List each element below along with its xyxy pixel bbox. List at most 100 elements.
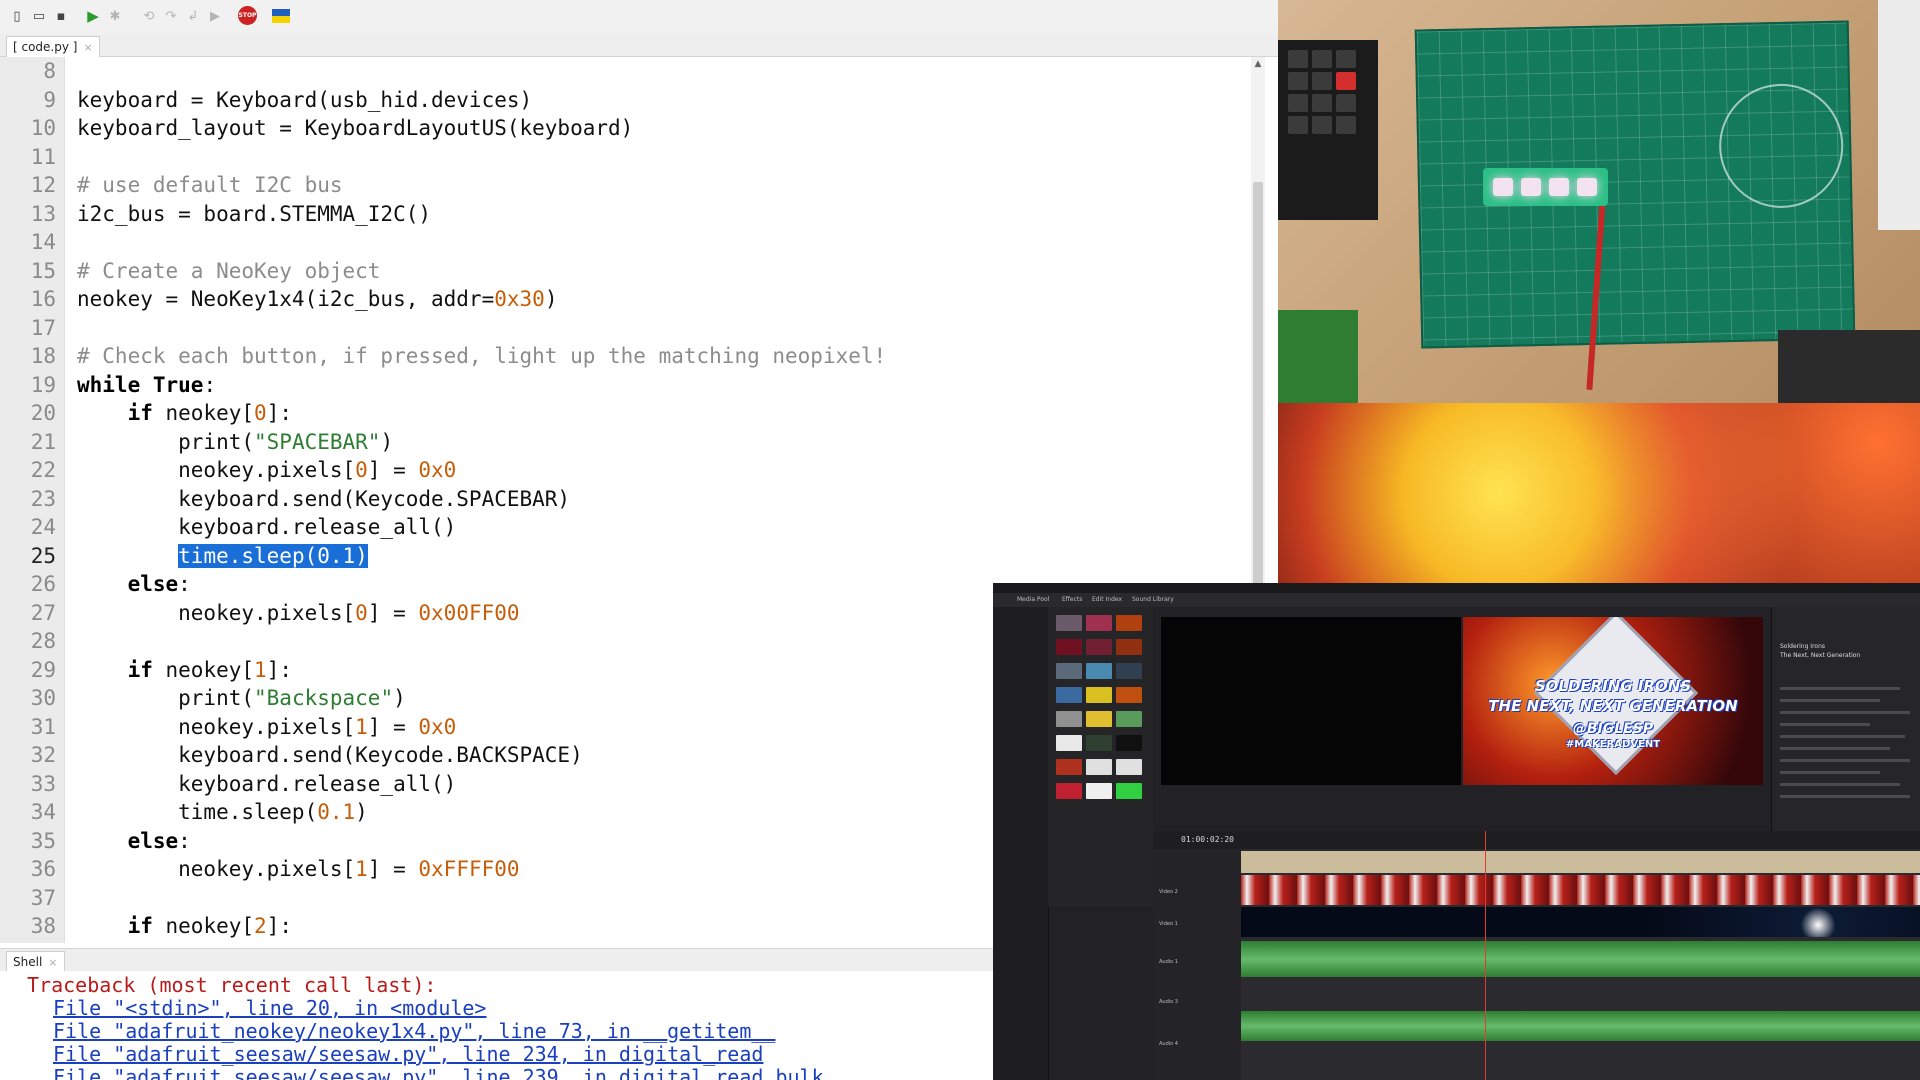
editor-tab-bar: [ code.py ] × (0, 34, 1278, 57)
line-number: 31 (30, 714, 56, 739)
camera-feed-bokeh (1278, 403, 1920, 583)
line-number: 12 (30, 173, 56, 197)
code-line[interactable]: neokey.pixels[0] = 0x00FF00 (77, 601, 519, 625)
code-line[interactable]: keyboard.send(Keycode.BACKSPACE) (77, 743, 583, 767)
code-line[interactable]: else: (77, 829, 191, 853)
tab-label: [ code.py ] (13, 40, 78, 54)
track-label: Audio 3 (1159, 999, 1178, 1005)
line-number: 14 (30, 230, 56, 254)
timeline[interactable] (1241, 849, 1920, 1080)
resume-icon[interactable]: ▶ (206, 7, 224, 25)
video-clip-1[interactable] (1241, 907, 1920, 937)
tab-sound-library[interactable]: Sound Library (1128, 595, 1178, 605)
line-number: 30 (30, 686, 56, 710)
code-line[interactable]: keyboard.send(Keycode.SPACEBAR) (77, 487, 570, 511)
inspector-text1: Soldering Irons (1780, 643, 1826, 650)
audio-track-2 (1241, 985, 1920, 1009)
code-line[interactable]: neokey = NeoKey1x4(i2c_bus, addr=0x30) (77, 287, 557, 311)
step-into-icon[interactable]: ↷ (162, 7, 180, 25)
inspector-text2: The Next, Next Generation (1780, 652, 1861, 659)
run-icon[interactable]: ▶ (84, 7, 102, 25)
code-line[interactable]: neokey.pixels[0] = 0x0 (77, 458, 456, 482)
close-icon[interactable]: × (83, 41, 92, 54)
line-number: 24 (30, 515, 56, 539)
neokey-board-photo (1483, 168, 1608, 206)
code-line[interactable]: keyboard = Keyboard(usb_hid.devices) (77, 88, 532, 112)
open-folder-icon[interactable]: ▭ (30, 7, 48, 25)
tab-effects[interactable]: Effects (1058, 595, 1086, 605)
code-line[interactable]: keyboard.release_all() (77, 772, 456, 796)
track-label: Video 2 (1159, 889, 1178, 895)
step-over-icon[interactable]: ⟲ (140, 7, 158, 25)
line-number: 11 (30, 144, 56, 169)
video-editor-window: Media Pool Effects Edit Index Sound Libr… (993, 583, 1920, 1080)
resolve-tabs: Media Pool Effects Edit Index Sound Libr… (993, 593, 1920, 607)
code-line[interactable]: i2c_bus = board.STEMMA_I2C() (77, 202, 431, 226)
code-line[interactable]: # use default I2C bus (77, 173, 343, 197)
step-out-icon[interactable]: ↲ (184, 7, 202, 25)
save-icon[interactable]: ▪ (52, 7, 70, 25)
track-label: Video 1 (1159, 921, 1178, 927)
line-number: 26 (30, 572, 56, 596)
line-number: 29 (30, 657, 56, 682)
line-number: 35 (30, 828, 56, 853)
line-number: 27 (30, 600, 56, 625)
code-line[interactable]: time.sleep(0.1) (77, 543, 368, 568)
new-file-icon[interactable]: ▯ (8, 7, 26, 25)
traceback-header: Traceback (most recent call last): (27, 973, 437, 997)
code-line[interactable]: # Create a NeoKey object (77, 259, 380, 283)
audio-clip-3[interactable] (1241, 1011, 1920, 1041)
audio-clip-1[interactable] (1241, 941, 1920, 977)
resolve-menubar (993, 583, 1920, 593)
title-logo-diamond (1533, 617, 1699, 776)
code-line[interactable]: if neokey[2]: (77, 914, 292, 938)
code-line[interactable]: else: (77, 572, 191, 596)
playhead[interactable] (1485, 831, 1486, 1080)
code-line[interactable]: while True: (77, 373, 216, 397)
traceback-link[interactable]: File "adafruit_neokey/neokey1x4.py", lin… (53, 1019, 775, 1043)
title-line3: @BIGLESP (1572, 721, 1654, 737)
tab-edit-index[interactable]: Edit Index (1088, 595, 1126, 605)
code-line[interactable]: if neokey[1]: (77, 658, 292, 682)
line-number: 33 (30, 771, 56, 796)
line-number: 21 (30, 429, 56, 454)
video-clip-2[interactable] (1241, 875, 1920, 905)
line-number: 15 (30, 258, 56, 283)
line-number: 16 (30, 287, 56, 311)
timeline-viewer[interactable]: SOLDERING IRONS THE NEXT, NEXT GENERATIO… (1463, 617, 1763, 785)
title-line2: THE NEXT, NEXT GENERATION (1488, 697, 1738, 715)
close-icon[interactable]: × (48, 956, 57, 969)
code-line[interactable]: print("SPACEBAR") (77, 430, 393, 454)
traceback-link[interactable]: File "adafruit_seesaw/seesaw.py", line 2… (53, 1042, 763, 1066)
tab-code-py[interactable]: [ code.py ] × (6, 36, 100, 57)
code-line[interactable]: neokey.pixels[1] = 0xFFFF00 (77, 857, 519, 881)
code-line[interactable]: time.sleep(0.1) (77, 800, 368, 824)
line-number: 25 (30, 543, 56, 568)
scroll-up-icon[interactable]: ▲ (1253, 59, 1263, 69)
tab-media-pool[interactable]: Media Pool (1013, 595, 1053, 605)
line-number: 9 (43, 87, 56, 112)
line-number: 34 (30, 800, 56, 824)
code-line[interactable]: # Check each button, if pressed, light u… (77, 344, 886, 368)
line-number: 39 (0, 943, 56, 944)
code-line[interactable]: keyboard.release_all() (77, 515, 456, 539)
code-line[interactable]: if neokey[0]: (77, 401, 292, 425)
debug-icon[interactable]: ✱ (106, 7, 124, 25)
stop-button[interactable]: STOP (238, 6, 257, 25)
code-line[interactable]: print("Backspace") (77, 686, 406, 710)
timeline-header (1153, 831, 1920, 849)
traceback-link[interactable]: File "adafruit_seesaw/seesaw.py", line 2… (53, 1065, 824, 1080)
track-label: Audio 4 (1159, 1041, 1178, 1047)
code-line[interactable]: neokey.pixels[1] = 0x0 (77, 715, 456, 739)
source-viewer[interactable] (1161, 617, 1461, 785)
line-number: 10 (30, 116, 56, 140)
code-line[interactable]: print("Blade") (77, 943, 355, 944)
title-line1: SOLDERING IRONS (1534, 677, 1692, 695)
traceback-link[interactable]: File "<stdin>", line 20, in <module> (53, 996, 486, 1020)
title-clip[interactable] (1241, 851, 1920, 873)
timecode-display: 01:00:02:20 (1181, 835, 1234, 844)
code-line[interactable]: keyboard_layout = KeyboardLayoutUS(keybo… (77, 116, 633, 140)
tab-shell[interactable]: Shell × (6, 951, 65, 972)
line-number: 23 (30, 486, 56, 511)
mat-hexagon-pattern (1717, 82, 1845, 210)
